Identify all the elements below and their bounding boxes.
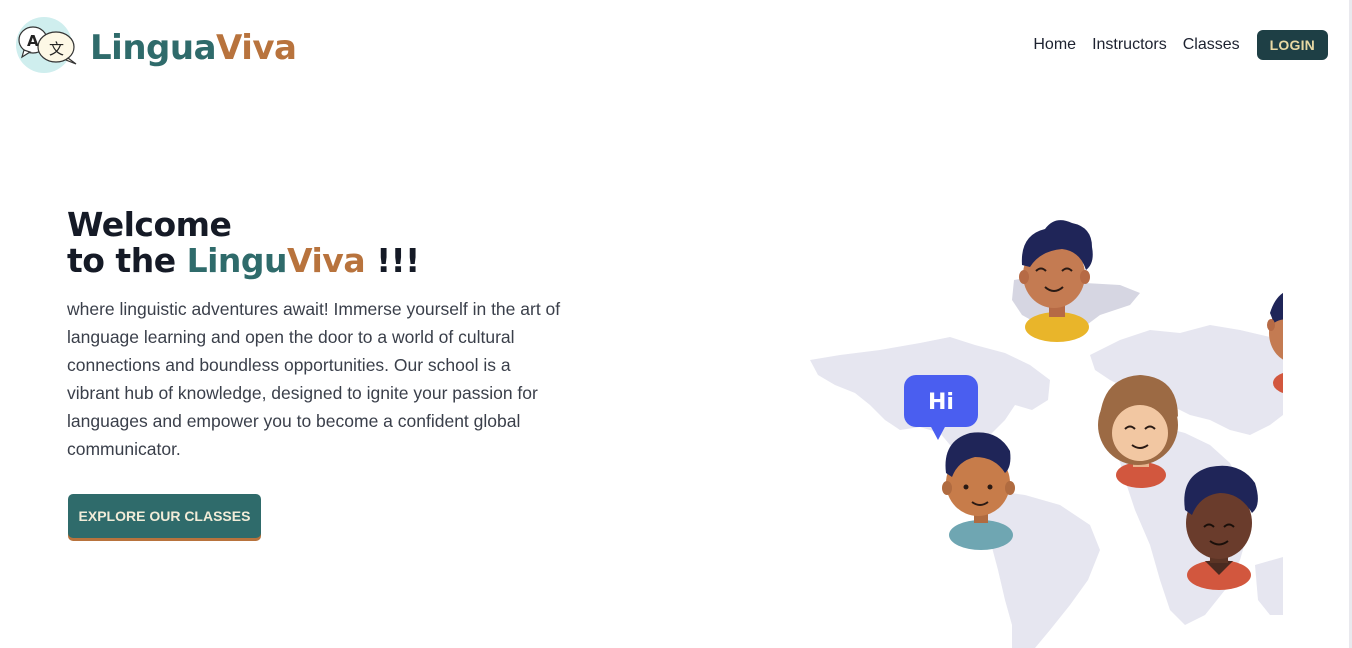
hero-title-accent-2: Viva xyxy=(287,241,366,280)
svg-text:A: A xyxy=(27,32,39,50)
hero-title-line-1: Welcome xyxy=(67,205,232,244)
login-button[interactable]: LOGIN xyxy=(1256,30,1328,60)
main-nav: Home Instructors Classes LOGIN xyxy=(1017,30,1328,60)
nav-instructors[interactable]: Instructors xyxy=(1092,30,1167,60)
avatar-person-teal xyxy=(942,432,1015,550)
hero-title-suffix: !!! xyxy=(365,241,420,280)
translate-bubble-icon: A 文 xyxy=(14,14,84,81)
explore-classes-button[interactable]: EXPLORE OUR CLASSES xyxy=(68,494,261,538)
brand-name-part-2: Viva xyxy=(216,27,297,68)
speech-bubble-text: Hi xyxy=(928,390,954,415)
nav-classes[interactable]: Classes xyxy=(1183,30,1240,60)
hero-section: Welcome to the LinguViva !!! where lingu… xyxy=(67,207,567,463)
hero-title-prefix: to the xyxy=(67,241,187,280)
brand-logo-link[interactable]: A 文 LinguaViva xyxy=(14,14,297,81)
landing-page: A 文 LinguaViva Home Instructors Classes … xyxy=(0,0,1352,648)
brand-name: LinguaViva xyxy=(90,31,297,65)
avatar-person-dark xyxy=(1184,465,1258,590)
world-map-illustration: Hi xyxy=(800,205,1283,648)
hero-description: where linguistic adventures await! Immer… xyxy=(67,299,561,459)
nav-home[interactable]: Home xyxy=(1033,30,1076,60)
brand-name-part-1: Lingua xyxy=(90,27,217,68)
hero-title-accent-1: Lingu xyxy=(186,241,288,280)
svg-text:文: 文 xyxy=(49,40,64,58)
site-header: A 文 LinguaViva Home Instructors Classes … xyxy=(0,0,1352,90)
hero-title: Welcome to the LinguViva !!! xyxy=(67,207,567,279)
avatar-person-yellow xyxy=(1019,220,1093,342)
